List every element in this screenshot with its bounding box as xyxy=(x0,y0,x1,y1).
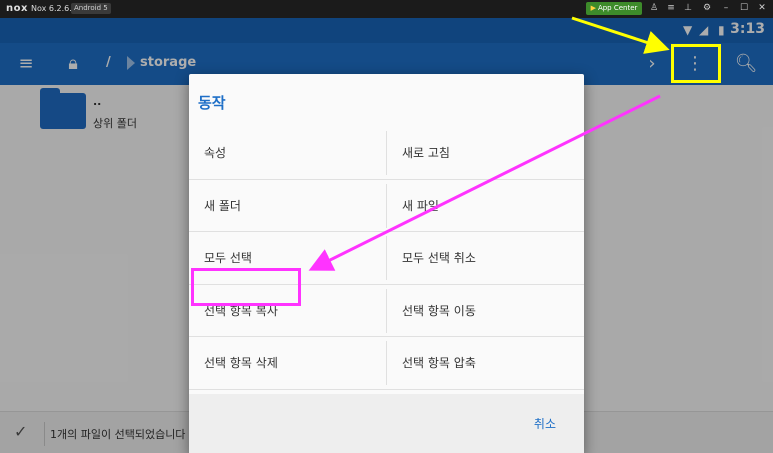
action-deselect-all[interactable]: 모두 선택 취소 xyxy=(402,232,572,284)
nox-logo: nox xyxy=(6,3,28,14)
action-new-folder[interactable]: 새 폴더 xyxy=(204,180,384,232)
action-compress-selected[interactable]: 선택 항목 압축 xyxy=(402,337,572,389)
action-move-selected[interactable]: 선택 항목 이동 xyxy=(402,285,572,337)
action-row: 선택 항목 삭제 선택 항목 압축 xyxy=(189,337,584,390)
cancel-button[interactable]: 취소 xyxy=(534,415,556,432)
settings-icon[interactable]: ⚙ xyxy=(701,2,713,15)
app-center-label: App Center xyxy=(597,4,638,12)
actions-dialog: 동작 속성 새로 고침 새 폴더 새 파일 모두 선택 모두 선택 취소 선택 … xyxy=(189,74,584,453)
divider xyxy=(386,236,387,280)
dialog-title: 동작 xyxy=(198,94,226,112)
copy-highlight-box xyxy=(191,268,301,306)
action-grid: 속성 새로 고침 새 폴더 새 파일 모두 선택 모두 선택 취소 선택 항목 … xyxy=(189,127,584,404)
divider xyxy=(386,183,387,228)
hamburger-icon[interactable]: ≡ xyxy=(665,2,677,15)
action-delete-selected[interactable]: 선택 항목 삭제 xyxy=(204,337,384,389)
action-properties[interactable]: 속성 xyxy=(204,127,384,179)
dialog-footer: 취소 xyxy=(189,394,584,453)
action-refresh[interactable]: 새로 고침 xyxy=(402,127,572,179)
android-screen: ▼ ◢ ▮ 3:13 ≡ 🔒︎ / storage › ⋮ 🔍︎ .. 상위 폴… xyxy=(0,18,773,453)
divider xyxy=(386,131,387,175)
divider xyxy=(386,288,387,333)
maximize-icon[interactable]: ☐ xyxy=(738,2,750,15)
action-row: 새 폴더 새 파일 xyxy=(189,180,584,232)
action-row: 속성 새로 고침 xyxy=(189,127,584,180)
app-center-button[interactable]: ▶ App Center xyxy=(586,2,642,15)
emulator-title-bar: nox Nox 6.2.6.3 Android 5 ▶ App Center ♙ … xyxy=(0,0,773,18)
play-icon: ▶ xyxy=(590,4,596,12)
action-new-file[interactable]: 새 파일 xyxy=(402,180,572,232)
pin-icon[interactable]: ⊥ xyxy=(682,2,694,15)
android-version-badge: Android 5 xyxy=(71,3,111,14)
shirt-icon[interactable]: ♙ xyxy=(648,2,660,15)
overflow-highlight-box xyxy=(671,44,721,83)
minimize-icon[interactable]: – xyxy=(720,2,732,15)
close-icon[interactable]: ✕ xyxy=(756,2,768,15)
divider xyxy=(386,341,387,385)
